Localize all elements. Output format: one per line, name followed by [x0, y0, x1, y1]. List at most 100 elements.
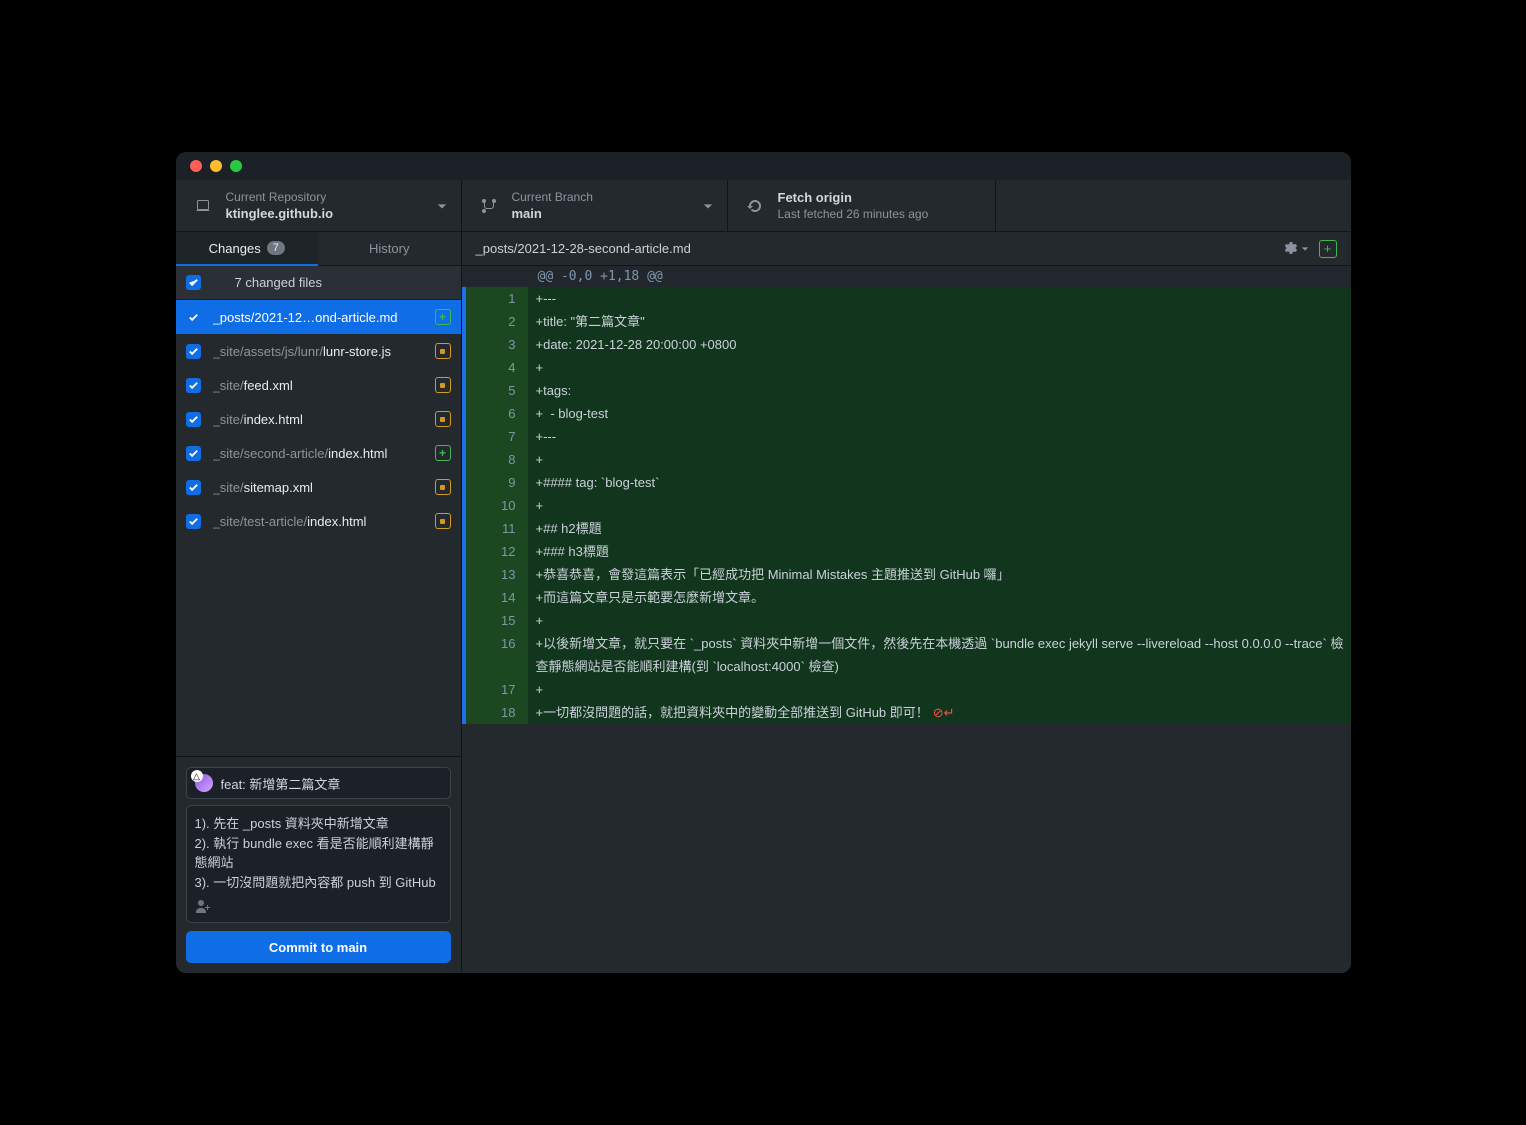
- file-checkbox[interactable]: [186, 378, 201, 393]
- commit-description-input[interactable]: 1). 先在 _posts 資料夾中新增文章 2). 執行 bundle exe…: [186, 805, 451, 923]
- branch-selector[interactable]: Current Branch main: [462, 180, 728, 231]
- modified-icon: [435, 343, 451, 359]
- line-number: 18: [466, 701, 528, 724]
- diff-line[interactable]: 13+恭喜恭喜，會發這篇表示「已經成功把 Minimal Mistakes 主題…: [462, 563, 1351, 586]
- line-content: +---: [528, 425, 1351, 448]
- line-content: +## h2標題: [528, 517, 1351, 540]
- diff-content[interactable]: @@ -0,0 +1,18 @@ 1+---2+title: "第二篇文章"3+…: [462, 266, 1351, 973]
- diff-line[interactable]: 7+---: [462, 425, 1351, 448]
- diff-line[interactable]: 16+以後新增文章，就只要在 `_posts` 資料夾中新增一個文件，然後先在本…: [462, 632, 1351, 678]
- add-coauthor-icon[interactable]: [195, 898, 442, 914]
- repo-value: ktinglee.github.io: [226, 205, 334, 223]
- line-number: 16: [466, 632, 528, 678]
- diff-line[interactable]: 4+: [462, 356, 1351, 379]
- diff-line[interactable]: 11+## h2標題: [462, 517, 1351, 540]
- file-row[interactable]: _site/feed.xml: [176, 368, 461, 402]
- modified-icon: [435, 411, 451, 427]
- file-checkbox[interactable]: [186, 412, 201, 427]
- file-checkbox[interactable]: [186, 480, 201, 495]
- file-path: _site/sitemap.xml: [213, 480, 429, 495]
- line-number: 6: [466, 402, 528, 425]
- line-number: 8: [466, 448, 528, 471]
- changed-files-header: 7 changed files: [176, 266, 461, 300]
- line-number: 5: [466, 379, 528, 402]
- added-icon: [435, 309, 451, 325]
- file-row[interactable]: _posts/2021-12…ond-article.md: [176, 300, 461, 334]
- fetch-button[interactable]: Fetch origin Last fetched 26 minutes ago: [728, 180, 996, 231]
- diff-file-header: _posts/2021-12-28-second-article.md +: [462, 232, 1351, 266]
- tab-changes[interactable]: Changes 7: [176, 232, 319, 266]
- sync-icon: [746, 197, 764, 215]
- fetch-label: Fetch origin: [778, 189, 929, 207]
- diff-line[interactable]: 2+title: "第二篇文章": [462, 310, 1351, 333]
- modified-icon: [435, 479, 451, 495]
- line-content: +title: "第二篇文章": [528, 310, 1351, 333]
- line-number: 10: [466, 494, 528, 517]
- line-content: +: [528, 494, 1351, 517]
- tab-history[interactable]: History: [318, 232, 461, 266]
- diff-line[interactable]: 12+### h3標題: [462, 540, 1351, 563]
- commit-summary-row: △: [186, 767, 451, 799]
- line-content: +### h3標題: [528, 540, 1351, 563]
- file-path: _site/test-article/index.html: [213, 514, 429, 529]
- file-checkbox[interactable]: [186, 344, 201, 359]
- line-number: 9: [466, 471, 528, 494]
- window-close-button[interactable]: [190, 160, 202, 172]
- diff-settings-button[interactable]: [1283, 241, 1309, 257]
- titlebar: [176, 152, 1351, 180]
- diff-line[interactable]: 3+date: 2021-12-28 20:00:00 +0800: [462, 333, 1351, 356]
- line-number: 4: [466, 356, 528, 379]
- diff-panel: _posts/2021-12-28-second-article.md + @@…: [462, 232, 1351, 973]
- file-checkbox[interactable]: [186, 514, 201, 529]
- app-window: Current Repository ktinglee.github.io Cu…: [176, 152, 1351, 973]
- line-number: 12: [466, 540, 528, 563]
- file-row[interactable]: _site/assets/js/lunr/lunr-store.js: [176, 334, 461, 368]
- toolbar: Current Repository ktinglee.github.io Cu…: [176, 180, 1351, 232]
- repository-selector[interactable]: Current Repository ktinglee.github.io: [176, 180, 462, 231]
- tab-changes-label: Changes: [209, 241, 261, 256]
- line-number: 2: [466, 310, 528, 333]
- file-row[interactable]: _site/index.html: [176, 402, 461, 436]
- line-content: +: [528, 609, 1351, 632]
- select-all-checkbox[interactable]: [186, 275, 201, 290]
- line-number: 13: [466, 563, 528, 586]
- window-maximize-button[interactable]: [230, 160, 242, 172]
- diff-line[interactable]: 9+#### tag: `blog-test`: [462, 471, 1351, 494]
- commit-summary-input[interactable]: [221, 776, 442, 791]
- diff-line[interactable]: 18+一切都沒問題的話，就把資料夾中的變動全部推送到 GitHub 即可！⊘↵: [462, 701, 1351, 724]
- line-number: 14: [466, 586, 528, 609]
- diff-line[interactable]: 6+ - blog-test: [462, 402, 1351, 425]
- branch-value: main: [512, 205, 593, 223]
- file-list: _posts/2021-12…ond-article.md _site/asset…: [176, 300, 461, 756]
- diff-line[interactable]: 15+: [462, 609, 1351, 632]
- diff-line[interactable]: 8+: [462, 448, 1351, 471]
- file-checkbox[interactable]: [186, 310, 201, 325]
- line-content: +: [528, 356, 1351, 379]
- line-number: 1: [466, 287, 528, 310]
- file-checkbox[interactable]: [186, 446, 201, 461]
- repo-label: Current Repository: [226, 189, 334, 205]
- modified-icon: [435, 377, 451, 393]
- diff-line[interactable]: 17+: [462, 678, 1351, 701]
- file-path: _site/second-article/index.html: [213, 446, 429, 461]
- no-newline-icon: ⊘↵: [933, 705, 955, 720]
- diff-line[interactable]: 5+tags:: [462, 379, 1351, 402]
- line-content: +: [528, 448, 1351, 471]
- file-path: _site/assets/js/lunr/lunr-store.js: [213, 344, 429, 359]
- diff-line[interactable]: 1+---: [462, 287, 1351, 310]
- line-content: +一切都沒問題的話，就把資料夾中的變動全部推送到 GitHub 即可！⊘↵: [528, 701, 1351, 724]
- window-minimize-button[interactable]: [210, 160, 222, 172]
- commit-panel: △ 1). 先在 _posts 資料夾中新增文章 2). 執行 bundle e…: [176, 756, 461, 973]
- added-icon: [435, 445, 451, 461]
- line-content: +而這篇文章只是示範要怎麼新增文章。: [528, 586, 1351, 609]
- diff-line[interactable]: 14+而這篇文章只是示範要怎麼新增文章。: [462, 586, 1351, 609]
- diff-line[interactable]: 10+: [462, 494, 1351, 517]
- file-row[interactable]: _site/second-article/index.html: [176, 436, 461, 470]
- commit-button[interactable]: Commit to main: [186, 931, 451, 963]
- line-content: +---: [528, 287, 1351, 310]
- file-row[interactable]: _site/test-article/index.html: [176, 504, 461, 538]
- line-content: + - blog-test: [528, 402, 1351, 425]
- expand-diff-button[interactable]: +: [1319, 240, 1337, 258]
- branch-icon: [480, 197, 498, 215]
- file-row[interactable]: _site/sitemap.xml: [176, 470, 461, 504]
